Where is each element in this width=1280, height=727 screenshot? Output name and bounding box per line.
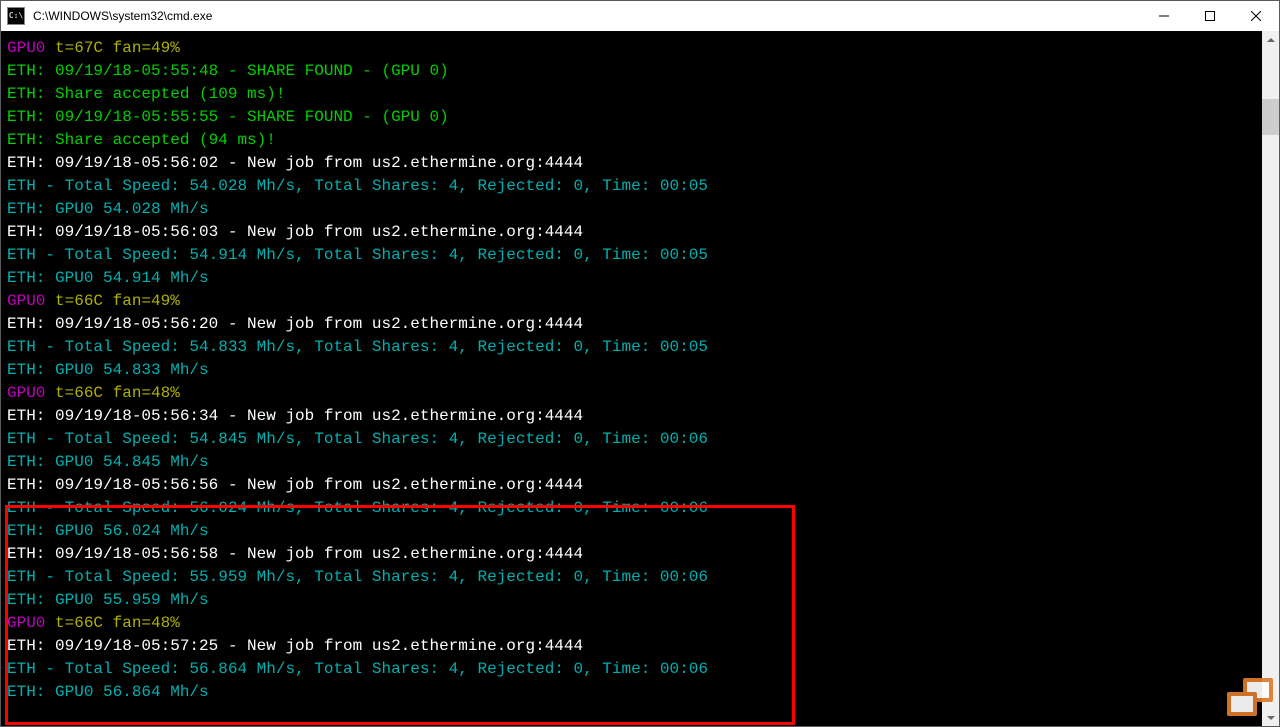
terminal-text: ETH: 09/19/18-05:56:03 - New job from us… — [7, 223, 583, 241]
minimize-button[interactable] — [1141, 1, 1187, 31]
terminal-text: ETH: Share accepted (109 ms)! — [7, 85, 285, 103]
terminal-line: GPU0 t=66C fan=48% — [7, 382, 1262, 405]
terminal-text: t=67C fan=49% — [45, 39, 179, 57]
terminal-text: GPU0 — [7, 292, 45, 310]
terminal-line: ETH: 09/19/18-05:57:25 - New job from us… — [7, 635, 1262, 658]
terminal-line: ETH: Share accepted (109 ms)! — [7, 83, 1262, 106]
terminal-line: ETH - Total Speed: 54.914 Mh/s, Total Sh… — [7, 244, 1262, 267]
terminal-line: ETH: GPU0 56.024 Mh/s — [7, 520, 1262, 543]
terminal-text: ETH: 09/19/18-05:56:02 - New job from us… — [7, 154, 583, 172]
terminal-text: ETH: GPU0 54.028 Mh/s — [7, 200, 209, 218]
terminal-text: ETH: 09/19/18-05:55:55 - SHARE FOUND - (… — [7, 108, 449, 126]
terminal-text: GPU0 — [7, 384, 45, 402]
terminal-line: ETH: GPU0 54.845 Mh/s — [7, 451, 1262, 474]
terminal-line: GPU0 t=66C fan=49% — [7, 290, 1262, 313]
terminal-text: ETH - Total Speed: 55.959 Mh/s, Total Sh… — [7, 568, 708, 586]
terminal-line: GPU0 t=66C fan=48% — [7, 612, 1262, 635]
terminal-output[interactable]: GPU0 t=67C fan=49% ETH: 09/19/18-05:55:48… — [1, 31, 1262, 726]
titlebar[interactable]: C:\ C:\WINDOWS\system32\cmd.exe — [1, 1, 1279, 31]
terminal-text: ETH: GPU0 54.833 Mh/s — [7, 361, 209, 379]
client-area: GPU0 t=67C fan=49% ETH: 09/19/18-05:55:48… — [1, 31, 1279, 726]
terminal-line: ETH: 09/19/18-05:56:58 - New job from us… — [7, 543, 1262, 566]
terminal-line: ETH: Share accepted (94 ms)! — [7, 129, 1262, 152]
terminal-line: ETH - Total Speed: 54.028 Mh/s, Total Sh… — [7, 175, 1262, 198]
terminal-line: ETH: 09/19/18-05:56:20 - New job from us… — [7, 313, 1262, 336]
terminal-line: ETH - Total Speed: 55.959 Mh/s, Total Sh… — [7, 566, 1262, 589]
close-icon — [1251, 11, 1261, 21]
terminal-text: t=66C fan=48% — [45, 614, 179, 632]
terminal-line: ETH - Total Speed: 56.864 Mh/s, Total Sh… — [7, 658, 1262, 681]
terminal-text: ETH - Total Speed: 56.864 Mh/s, Total Sh… — [7, 660, 708, 678]
maximize-icon — [1205, 11, 1215, 21]
cmd-window: C:\ C:\WINDOWS\system32\cmd.exe GPU0 t=6… — [0, 0, 1280, 727]
terminal-text: GPU0 — [7, 614, 45, 632]
terminal-line: ETH: GPU0 54.833 Mh/s — [7, 359, 1262, 382]
terminal-line: ETH: GPU0 54.914 Mh/s — [7, 267, 1262, 290]
terminal-line: ETH: 09/19/18-05:55:55 - SHARE FOUND - (… — [7, 106, 1262, 129]
chevron-up-icon — [1267, 36, 1275, 44]
terminal-line: ETH: 09/19/18-05:55:48 - SHARE FOUND - (… — [7, 60, 1262, 83]
terminal-text: ETH - Total Speed: 54.845 Mh/s, Total Sh… — [7, 430, 708, 448]
watermark-logo — [1207, 678, 1273, 720]
terminal-text: ETH: 09/19/18-05:57:25 - New job from us… — [7, 637, 583, 655]
terminal-line: ETH: 09/19/18-05:56:03 - New job from us… — [7, 221, 1262, 244]
terminal-text: GPU0 — [7, 39, 45, 57]
terminal-line: GPU0 t=67C fan=49% — [7, 37, 1262, 60]
terminal-text: ETH: GPU0 54.914 Mh/s — [7, 269, 209, 287]
terminal-line: ETH: GPU0 54.028 Mh/s — [7, 198, 1262, 221]
scroll-up-button[interactable] — [1262, 31, 1279, 48]
close-button[interactable] — [1233, 1, 1279, 31]
maximize-button[interactable] — [1187, 1, 1233, 31]
terminal-text: ETH - Total Speed: 54.833 Mh/s, Total Sh… — [7, 338, 708, 356]
scroll-thumb[interactable] — [1262, 99, 1279, 135]
terminal-line: ETH: GPU0 55.959 Mh/s — [7, 589, 1262, 612]
window-title: C:\WINDOWS\system32\cmd.exe — [31, 9, 1141, 23]
terminal-line: ETH: 09/19/18-05:56:56 - New job from us… — [7, 474, 1262, 497]
terminal-text: ETH - Total Speed: 54.028 Mh/s, Total Sh… — [7, 177, 708, 195]
terminal-text: t=66C fan=48% — [45, 384, 179, 402]
terminal-text: ETH - Total Speed: 54.914 Mh/s, Total Sh… — [7, 246, 708, 264]
terminal-line: ETH - Total Speed: 56.024 Mh/s, Total Sh… — [7, 497, 1262, 520]
terminal-text: ETH: 09/19/18-05:55:48 - SHARE FOUND - (… — [7, 62, 449, 80]
terminal-line: ETH: 09/19/18-05:56:02 - New job from us… — [7, 152, 1262, 175]
terminal-text: ETH: 09/19/18-05:56:56 - New job from us… — [7, 476, 583, 494]
cmd-icon-label: C:\ — [9, 12, 23, 20]
terminal-text: ETH: GPU0 56.024 Mh/s — [7, 522, 209, 540]
terminal-line: ETH - Total Speed: 54.845 Mh/s, Total Sh… — [7, 428, 1262, 451]
terminal-text: ETH - Total Speed: 56.024 Mh/s, Total Sh… — [7, 499, 708, 517]
terminal-line: ETH: GPU0 56.864 Mh/s — [7, 681, 1262, 704]
terminal-line: ETH: 09/19/18-05:56:34 - New job from us… — [7, 405, 1262, 428]
terminal-text: ETH: 09/19/18-05:56:58 - New job from us… — [7, 545, 583, 563]
terminal-text: ETH: 09/19/18-05:56:34 - New job from us… — [7, 407, 583, 425]
terminal-text: t=66C fan=49% — [45, 292, 179, 310]
vertical-scrollbar[interactable] — [1262, 31, 1279, 726]
terminal-text: ETH: GPU0 54.845 Mh/s — [7, 453, 209, 471]
terminal-line: ETH - Total Speed: 54.833 Mh/s, Total Sh… — [7, 336, 1262, 359]
minimize-icon — [1159, 11, 1169, 21]
terminal-text: ETH: Share accepted (94 ms)! — [7, 131, 276, 149]
terminal-text: ETH: GPU0 56.864 Mh/s — [7, 683, 209, 701]
terminal-text: ETH: 09/19/18-05:56:20 - New job from us… — [7, 315, 583, 333]
cmd-icon: C:\ — [7, 7, 25, 25]
terminal-text: ETH: GPU0 55.959 Mh/s — [7, 591, 209, 609]
